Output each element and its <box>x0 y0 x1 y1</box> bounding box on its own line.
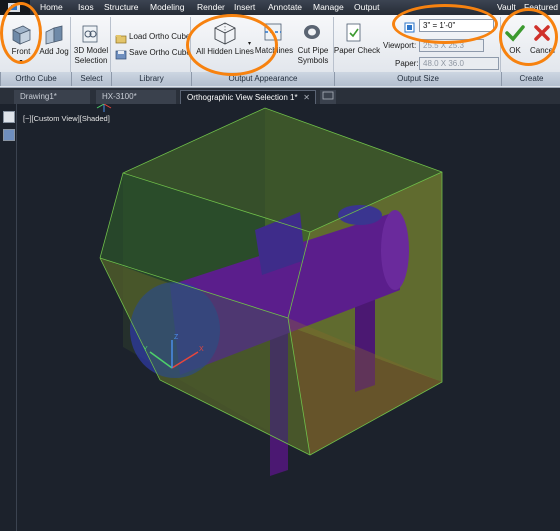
save-ortho-cube-button[interactable]: Save Ortho Cube <box>129 48 191 58</box>
menu-structure[interactable]: Structure <box>104 2 139 12</box>
menu-modeling[interactable]: Modeling <box>150 2 185 12</box>
properties-icon[interactable] <box>3 111 15 123</box>
group-label-create: Create <box>501 72 560 86</box>
annotation-circle-ok-cancel <box>499 8 558 66</box>
group-label-ortho-cube: Ortho Cube <box>0 72 71 86</box>
paper-check-icon <box>346 23 361 42</box>
tab-label: Orthographic View Selection 1* <box>187 93 298 102</box>
menu-manage[interactable]: Manage <box>313 2 344 12</box>
ucs-z-label: Z <box>174 334 179 341</box>
tab-label: HX-3100* <box>102 92 137 101</box>
left-tool-strip <box>0 104 17 531</box>
menu-isos[interactable]: Isos <box>78 2 94 12</box>
annotation-circle-scale <box>392 4 498 44</box>
3d-model-selection-label: 3D Model Selection <box>73 46 109 65</box>
tab-label: Drawing1* <box>20 92 57 101</box>
tab-hx-3100[interactable]: HX-3100* <box>96 90 176 104</box>
viewport-controls-label[interactable]: [−][Custom View][Shaded] <box>23 114 110 123</box>
annotation-circle-front <box>0 2 42 64</box>
save-ortho-cube-icon <box>115 47 127 65</box>
annotation-circle-hidden-lines <box>186 14 278 76</box>
group-label-library: Library <box>111 72 191 86</box>
new-tab-icon <box>322 91 334 100</box>
add-jog-label: Add Jog <box>39 47 69 56</box>
cut-pipe-symbols-label: Cut Pipe Symbols <box>297 46 329 65</box>
load-ortho-cube-button[interactable]: Load Ortho Cube <box>129 32 190 42</box>
model-viewport[interactable]: X Y Z <box>17 104 560 531</box>
menu-annotate[interactable]: Annotate <box>268 2 302 12</box>
cut-pipe-icon <box>304 25 320 39</box>
group-label-output-size: Output Size <box>334 72 501 86</box>
paper-size-field: 48.0 X 36.0 <box>419 57 499 70</box>
group-separator <box>70 17 71 72</box>
menu-vault[interactable]: Vault <box>497 2 516 12</box>
group-label-select: Select <box>71 72 111 86</box>
paper-check-label: Paper Check <box>333 46 381 55</box>
close-tab-icon[interactable]: ✕ <box>303 91 310 105</box>
group-separator <box>110 17 111 72</box>
ucs-y-label: Y <box>143 346 148 353</box>
new-tab-button[interactable] <box>320 90 336 104</box>
view-axis-tripod-icon <box>96 104 112 112</box>
group-separator <box>333 17 334 72</box>
add-jog-icon <box>45 25 63 45</box>
document-tab-bar: Drawing1* HX-3100* Orthographic View Sel… <box>0 88 560 104</box>
equipment-nozzle-top <box>338 205 382 225</box>
group-label-output-appearance: Output Appearance <box>191 72 334 86</box>
menu-insert[interactable]: Insert <box>234 2 255 12</box>
ucs-x-label: X <box>199 346 204 353</box>
layers-icon[interactable] <box>3 129 15 141</box>
ortho-cube-scene: X Y Z <box>96 104 443 476</box>
tab-drawing1[interactable]: Drawing1* <box>14 90 90 104</box>
cut-pipe-symbols-button[interactable] <box>302 22 322 47</box>
equipment-vessel-head-right <box>381 210 409 290</box>
viewport-label: Viewport: <box>383 41 417 50</box>
paper-label: Paper: <box>395 59 419 68</box>
menu-render[interactable]: Render <box>197 2 225 12</box>
menu-output[interactable]: Output <box>354 2 380 12</box>
tab-orthographic-view-selection[interactable]: Orthographic View Selection 1* ✕ <box>180 90 316 104</box>
menu-home[interactable]: Home <box>40 2 63 12</box>
model-selection-icon <box>82 25 98 43</box>
paper-check-button[interactable] <box>345 23 363 48</box>
